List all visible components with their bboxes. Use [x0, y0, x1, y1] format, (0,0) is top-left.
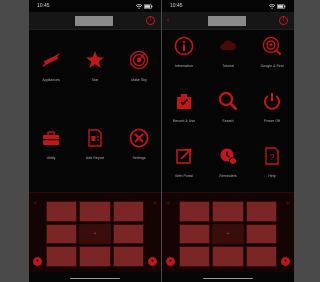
menu-label: Web Portal — [175, 174, 193, 178]
corner-button-right[interactable]: ● — [281, 257, 290, 266]
system-icons — [136, 3, 153, 9]
key-down-left[interactable] — [46, 246, 78, 267]
toolbox-icon — [43, 131, 59, 145]
key-up-right[interactable] — [245, 201, 277, 222]
key-left[interactable] — [179, 223, 211, 245]
report-icon — [88, 129, 102, 147]
menu-label: Add Report — [85, 156, 105, 160]
battery-icon — [144, 3, 153, 9]
keypad-grid: + — [46, 201, 144, 267]
keypad-arrow-right[interactable]: > — [286, 201, 289, 207]
no-signal-icon — [42, 53, 60, 67]
menu-item-make-sky[interactable]: Make Sky — [117, 50, 161, 128]
close-circle-icon — [129, 128, 149, 148]
key-center[interactable]: + — [79, 223, 111, 245]
key-right[interactable] — [112, 223, 144, 245]
status-time: 10:45 — [170, 3, 183, 9]
menu-label: Utility — [46, 156, 56, 160]
menu-label: Help — [268, 174, 276, 178]
svg-text:?: ? — [270, 153, 275, 162]
info-icon — [174, 36, 194, 56]
menu-item-record-use[interactable]: Record & Use — [162, 91, 206, 146]
key-down[interactable] — [79, 246, 111, 267]
key-down-left[interactable] — [179, 246, 211, 267]
menu-grid: Appliances Star Make Sky Utility Add Rep… — [29, 50, 161, 188]
menu-label: Reminders — [219, 174, 237, 178]
menu-label: Settings — [132, 156, 146, 160]
menu-label: Appliances — [42, 78, 60, 82]
info-button[interactable]: ! — [279, 16, 288, 25]
key-down-right[interactable] — [245, 246, 277, 267]
key-up[interactable] — [212, 201, 244, 222]
menu-item-star[interactable]: Star — [73, 50, 117, 128]
menu-item-power-off[interactable]: Power Off — [250, 91, 294, 146]
keypad-arrow-left[interactable]: < — [167, 201, 170, 207]
home-indicator[interactable] — [70, 277, 120, 279]
camera-icon — [177, 94, 191, 109]
nav-header: ‹ ! — [162, 12, 294, 30]
menu-item-search[interactable]: Search — [206, 91, 250, 146]
menu-grid: Information Tutorial Google & Find Recor… — [162, 36, 294, 201]
wifi-icon — [136, 3, 142, 9]
external-link-icon — [176, 148, 192, 164]
key-left[interactable] — [46, 223, 78, 245]
menu-item-appliances[interactable]: Appliances — [29, 50, 73, 128]
menu-item-information[interactable]: Information — [162, 36, 206, 91]
key-up-right[interactable] — [112, 201, 144, 222]
direction-keypad: < > + ● ● — [162, 192, 294, 272]
menu-label: Google & Find — [260, 64, 284, 68]
key-right[interactable] — [245, 223, 277, 245]
menu-item-google-find[interactable]: Google & Find — [250, 36, 294, 91]
info-button[interactable]: ! — [146, 16, 155, 25]
nav-header: ! — [29, 12, 161, 30]
menu-label: Search — [222, 119, 234, 123]
header-title-box — [75, 16, 113, 26]
corner-button-right[interactable]: ● — [148, 257, 157, 266]
menu-item-utility[interactable]: Utility — [29, 128, 73, 188]
help-doc-icon: ? — [265, 147, 279, 165]
power-icon — [264, 93, 280, 110]
keypad-arrow-right[interactable]: > — [153, 201, 156, 207]
direction-keypad: < > + ● ● — [29, 192, 161, 272]
home-indicator[interactable] — [203, 277, 253, 279]
keypad-arrow-left[interactable]: < — [34, 201, 37, 207]
star-icon — [86, 51, 104, 68]
corner-button-left[interactable]: ● — [166, 257, 175, 266]
magnifier-icon — [218, 91, 238, 111]
menu-label: Star — [91, 78, 99, 82]
menu-item-add-report[interactable]: Add Report — [73, 128, 117, 188]
cloud-icon — [220, 40, 237, 50]
menu-item-tutorial[interactable]: Tutorial — [206, 36, 250, 91]
key-down[interactable] — [212, 246, 244, 267]
search-target-icon — [262, 36, 282, 56]
back-chevron-icon[interactable]: ‹ — [167, 17, 169, 24]
battery-icon — [277, 3, 286, 9]
corner-button-left[interactable]: ● — [33, 257, 42, 266]
header-title-box — [208, 16, 246, 26]
key-down-right[interactable] — [112, 246, 144, 267]
key-up-left[interactable] — [46, 201, 78, 222]
keypad-grid: + — [179, 201, 277, 267]
status-bar: 10:45 — [29, 0, 161, 12]
key-up[interactable] — [79, 201, 111, 222]
menu-label: Information — [175, 64, 193, 68]
menu-item-settings[interactable]: Settings — [117, 128, 161, 188]
status-bar: 10:45 — [162, 0, 294, 12]
alarm-icon — [220, 148, 237, 165]
system-icons — [269, 3, 286, 9]
wifi-icon — [269, 3, 275, 9]
key-up-left[interactable] — [179, 201, 211, 222]
menu-label: Record & Use — [172, 119, 196, 123]
key-center[interactable]: + — [212, 223, 244, 245]
menu-label: Tutorial — [222, 64, 234, 68]
phone-screen-right: 10:45 ‹ ! Information Tutorial Google & … — [162, 0, 294, 282]
menu-label: Power Off — [264, 119, 280, 123]
radar-icon — [129, 50, 149, 70]
status-time: 10:45 — [37, 3, 50, 9]
menu-label: Make Sky — [131, 78, 147, 82]
phone-screen-left: 10:45 ! Appliances Star Make Sky Utility… — [29, 0, 161, 282]
